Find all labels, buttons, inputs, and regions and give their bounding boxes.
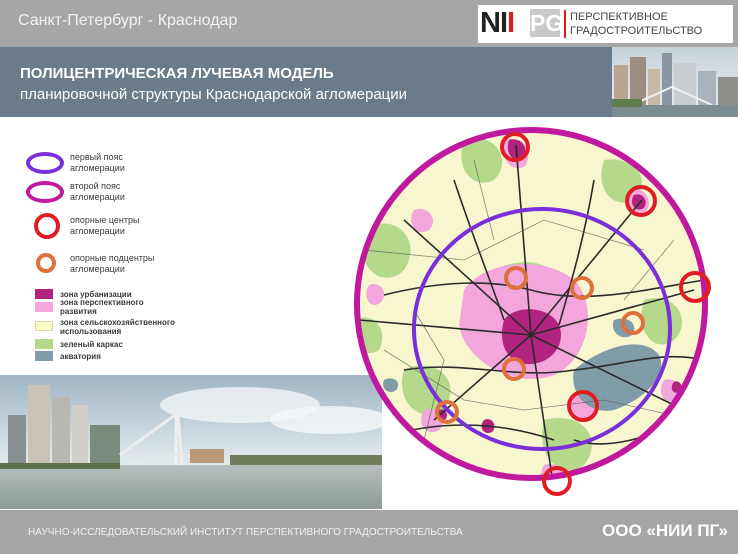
city-photo-bottom	[0, 375, 382, 509]
legend-second-belt-label: второй пояс агломерации	[70, 181, 125, 202]
logo-text: ПЕРСПЕКТИВНОЕ ГРАДОСТРОИТЕЛЬСТВО	[564, 10, 702, 38]
legend-support-subcenters-label: опорные подцентры агломерации	[70, 253, 155, 274]
route-label: Санкт-Петербург - Краснодар	[18, 12, 238, 29]
legend-water-label: акватория	[60, 352, 101, 361]
top-header-bar: Санкт-Петербург - Краснодар NII PG ПЕРСП…	[0, 0, 738, 47]
legend-support-subcenters-swatch	[36, 253, 56, 273]
legend-green-frame-swatch	[35, 339, 53, 349]
slide-subtitle: планировочной структуры Краснодарской аг…	[20, 86, 408, 103]
legend-agricultural-swatch	[35, 321, 53, 331]
legend-development-swatch	[35, 302, 53, 312]
legend-green-frame-label: зеленый каркас	[60, 340, 123, 349]
legend-second-belt-swatch	[26, 181, 64, 203]
company-logo: NII PG ПЕРСПЕКТИВНОЕ ГРАДОСТРОИТЕЛЬСТВО	[478, 5, 733, 43]
legend-support-centers-label: опорные центры агломерации	[70, 215, 140, 236]
legend-support-centers-swatch	[34, 213, 60, 239]
agglomeration-map	[354, 127, 711, 496]
footer-bar: НАУЧНО-ИССЛЕДОВАТЕЛЬСКИЙ ИНСТИТУТ ПЕРСПЕ…	[0, 510, 738, 554]
legend-urbanization-swatch	[35, 289, 53, 299]
logo-mark: NII	[480, 7, 515, 39]
logo-pg-mark: PG	[530, 9, 564, 37]
legend-first-belt-label: первый пояс агломерации	[70, 152, 125, 173]
legend-first-belt-swatch	[26, 152, 64, 174]
footer-institute: НАУЧНО-ИССЛЕДОВАТЕЛЬСКИЙ ИНСТИТУТ ПЕРСПЕ…	[28, 527, 463, 538]
legend-development-label: зона перспективного развития	[60, 298, 144, 316]
legend-water-swatch	[35, 351, 53, 361]
footer-company: ООО «НИИ ПГ»	[602, 521, 728, 540]
legend-agricultural-label: зона сельскохозяйственного использования	[60, 318, 175, 336]
city-photo-top	[612, 47, 738, 117]
slide-title: ПОЛИЦЕНТРИЧЕСКАЯ ЛУЧЕВАЯ МОДЕЛЬ	[20, 65, 334, 82]
slide-title-bar: ПОЛИЦЕНТРИЧЕСКАЯ ЛУЧЕВАЯ МОДЕЛЬ планиров…	[0, 47, 612, 117]
